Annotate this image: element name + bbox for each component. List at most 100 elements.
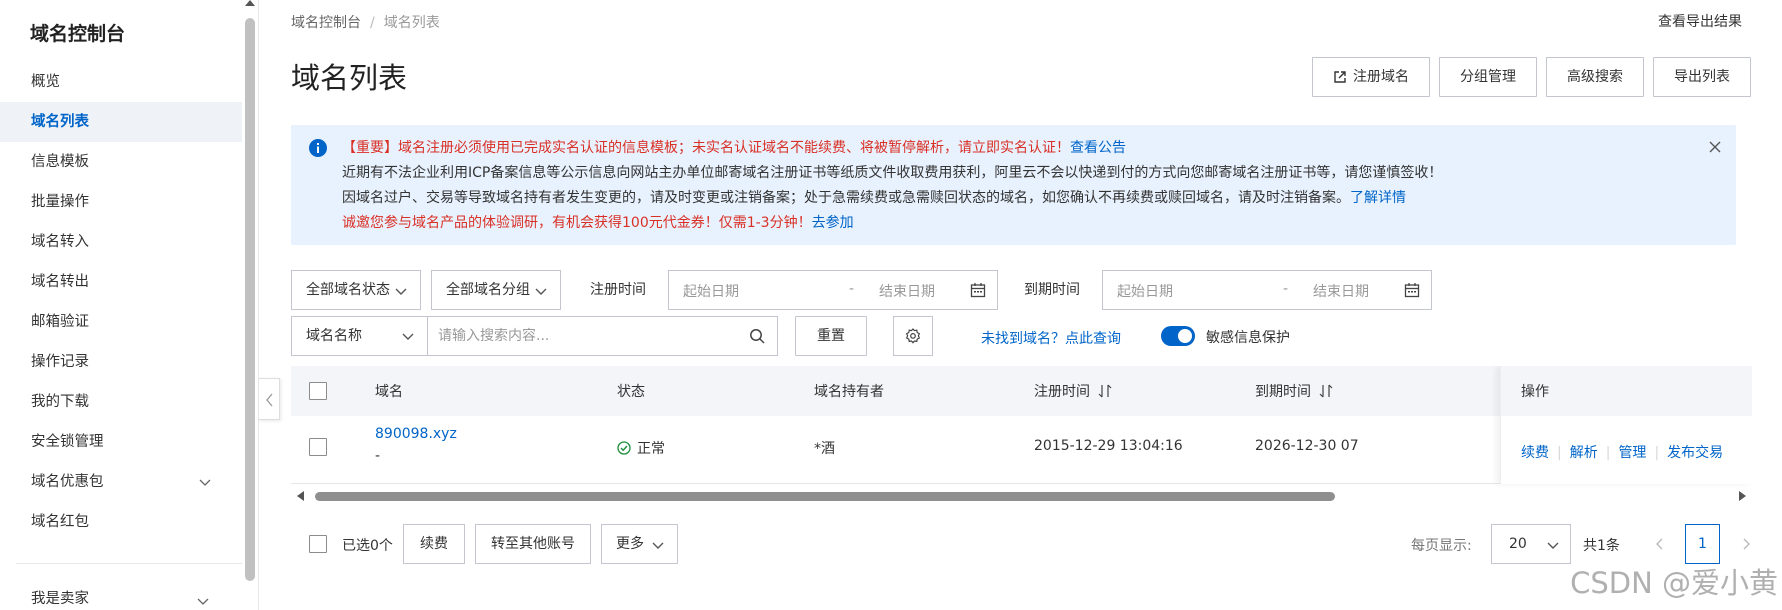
sidebar-item-batch-ops[interactable]: 批量操作 — [0, 182, 242, 222]
learn-more-link[interactable]: 了解详情 — [1350, 190, 1406, 206]
group-manage-button[interactable]: 分组管理 — [1439, 57, 1537, 97]
calendar-icon — [970, 283, 986, 298]
sidebar-item-email-verify[interactable]: 邮箱验证 — [0, 302, 242, 342]
reset-button[interactable]: 重置 — [795, 316, 867, 356]
breadcrumb-separator: / — [370, 15, 375, 31]
per-page-label: 每页显示: — [1411, 538, 1472, 554]
search-icon[interactable] — [749, 328, 765, 344]
select-all-checkbox[interactable] — [309, 382, 327, 400]
breadcrumb: 域名控制台 / 域名列表 — [291, 12, 440, 32]
breadcrumb-root[interactable]: 域名控制台 — [291, 15, 361, 31]
domain-link[interactable]: 890098.xyz — [375, 426, 457, 442]
sidebar-scrollbar[interactable] — [244, 0, 256, 585]
info-icon — [309, 139, 327, 157]
chevron-down-icon — [652, 542, 664, 549]
exp-time-label: 到期时间 — [1024, 282, 1080, 298]
sidebar-title: 域名控制台 — [30, 23, 126, 45]
page-size-select[interactable]: 20 — [1491, 524, 1571, 564]
chevron-down-icon — [535, 288, 547, 295]
export-result-link[interactable]: 查看导出结果 — [1658, 11, 1742, 31]
join-survey-link[interactable]: 去参加 — [812, 215, 854, 231]
col-domain: 域名 — [375, 384, 403, 400]
sidebar-item-transfer-in[interactable]: 域名转入 — [0, 222, 242, 262]
exp-end-date[interactable]: 结束日期 — [1313, 281, 1369, 301]
publish-trade-link[interactable]: 发布交易 — [1667, 445, 1723, 461]
footer-select-all-checkbox[interactable] — [309, 535, 327, 553]
more-dropdown[interactable]: 更多 — [601, 524, 678, 564]
scroll-right-arrow-icon[interactable] — [1739, 491, 1746, 501]
sidebar-item-downloads[interactable]: 我的下载 — [0, 382, 242, 422]
domain-status-select[interactable]: 全部域名状态 — [291, 270, 421, 310]
col-exp-time[interactable]: 到期时间 — [1255, 381, 1333, 401]
breadcrumb-current: 域名列表 — [383, 15, 440, 31]
reg-start-date[interactable]: 起始日期 — [683, 281, 739, 301]
batch-renew-button[interactable]: 续费 — [403, 524, 465, 564]
main-content: 域名控制台 / 域名列表 查看导出结果 域名列表 注册域名 分组管理 高级搜索 导出… — [260, 0, 1782, 610]
export-list-button[interactable]: 导出列表 — [1653, 57, 1751, 97]
col-holder: 域名持有者 — [814, 384, 884, 400]
dns-link[interactable]: 解析 — [1570, 445, 1598, 461]
chevron-left-icon[interactable] — [1653, 537, 1667, 551]
sort-icon[interactable] — [1319, 384, 1333, 398]
chevron-down-icon[interactable] — [196, 594, 210, 608]
sidebar-item-seller[interactable]: 我是卖家 — [31, 587, 89, 608]
chevron-down-icon — [1547, 542, 1559, 549]
domain-status-value: 全部域名状态 — [306, 282, 390, 298]
sidebar-item-discount-pack[interactable]: 域名优惠包 — [0, 462, 242, 502]
scrollbar-thumb[interactable] — [315, 492, 1335, 501]
page-title: 域名列表 — [291, 61, 408, 95]
search-kind-select[interactable]: 域名名称 — [292, 317, 428, 355]
date-dash: - — [849, 281, 855, 297]
notice-fraud-warning: 近期有不法企业利用ICP备案信息等公示信息向网站主办单位邮寄域名注册证书等纸质文… — [342, 165, 1443, 181]
scroll-left-arrow-icon[interactable] — [297, 491, 304, 501]
privacy-toggle-label: 敏感信息保护 — [1206, 330, 1290, 346]
row-actions: 续费 | 解析 | 管理 | 发布交易 — [1521, 445, 1724, 461]
search-kind-value: 域名名称 — [306, 328, 362, 344]
page-1-button[interactable]: 1 — [1685, 524, 1720, 564]
sidebar-nav: 概览 域名列表 信息模板 批量操作 域名转入 域名转出 邮箱验证 操作记录 我的… — [0, 62, 242, 542]
exp-date-range[interactable]: 起始日期 - 结束日期 — [1102, 270, 1432, 310]
chevron-down-icon — [402, 333, 414, 340]
calendar-icon — [1404, 283, 1420, 298]
search-box: 域名名称 — [291, 316, 778, 356]
ops-column: 操作 续费 | 解析 | 管理 | 发布交易 — [1500, 366, 1752, 484]
domain-group-select[interactable]: 全部域名分组 — [431, 270, 561, 310]
notice-filing-text: 因域名过户、交易等导致域名持有者发生变更的，请及时变更或注销备案；处于急需续费或… — [342, 190, 1350, 206]
domain-table: 域名 状态 域名持有者 注册时间 到期时间 890098.xyz - 正常 *酒… — [291, 366, 1752, 488]
reg-date-range[interactable]: 起始日期 - 结束日期 — [668, 270, 998, 310]
sidebar-item-red-packet[interactable]: 域名红包 — [0, 502, 242, 542]
manage-link[interactable]: 管理 — [1618, 445, 1646, 461]
sidebar-item-domain-list[interactable]: 域名列表 — [0, 102, 242, 142]
sidebar-item-overview[interactable]: 概览 — [0, 62, 242, 102]
advanced-search-button[interactable]: 高级搜索 — [1546, 57, 1644, 97]
settings-button[interactable] — [893, 316, 933, 356]
sidebar-item-transfer-out[interactable]: 域名转出 — [0, 262, 242, 302]
notice-banner: 【重要】域名注册必须使用已完成实名认证的信息模板；未实名认证域名不能续费、将被暂… — [291, 125, 1736, 245]
col-exp-time-label: 到期时间 — [1255, 384, 1311, 400]
search-input[interactable] — [438, 325, 728, 347]
not-found-query-link[interactable]: 未找到域名？点此查询 — [981, 328, 1121, 348]
reg-end-date[interactable]: 结束日期 — [879, 281, 935, 301]
transfer-account-button[interactable]: 转至其他账号 — [475, 524, 591, 564]
selected-count: 已选0个 — [342, 538, 393, 554]
exp-start-date[interactable]: 起始日期 — [1117, 281, 1173, 301]
close-icon[interactable] — [1708, 140, 1722, 154]
col-reg-time[interactable]: 注册时间 — [1034, 381, 1112, 401]
status-text: 正常 — [637, 441, 665, 457]
scroll-up-arrow-icon[interactable] — [245, 0, 255, 6]
row-checkbox[interactable] — [309, 438, 327, 456]
view-announcement-link[interactable]: 查看公告 — [1070, 140, 1126, 156]
privacy-toggle[interactable] — [1161, 326, 1195, 346]
register-domain-button[interactable]: 注册域名 — [1312, 57, 1430, 97]
scrollbar-thumb[interactable] — [245, 18, 255, 581]
date-dash: - — [1283, 281, 1289, 297]
renew-link[interactable]: 续费 — [1521, 445, 1549, 461]
sidebar-item-security-lock[interactable]: 安全锁管理 — [0, 422, 242, 462]
sidebar-item-info-template[interactable]: 信息模板 — [0, 142, 242, 182]
chevron-right-icon[interactable] — [1739, 537, 1753, 551]
sort-icon[interactable] — [1098, 384, 1112, 398]
sidebar-item-op-log[interactable]: 操作记录 — [0, 342, 242, 382]
col-status: 状态 — [617, 384, 645, 400]
table-horizontal-scrollbar[interactable] — [291, 488, 1752, 504]
gear-icon — [905, 328, 921, 344]
